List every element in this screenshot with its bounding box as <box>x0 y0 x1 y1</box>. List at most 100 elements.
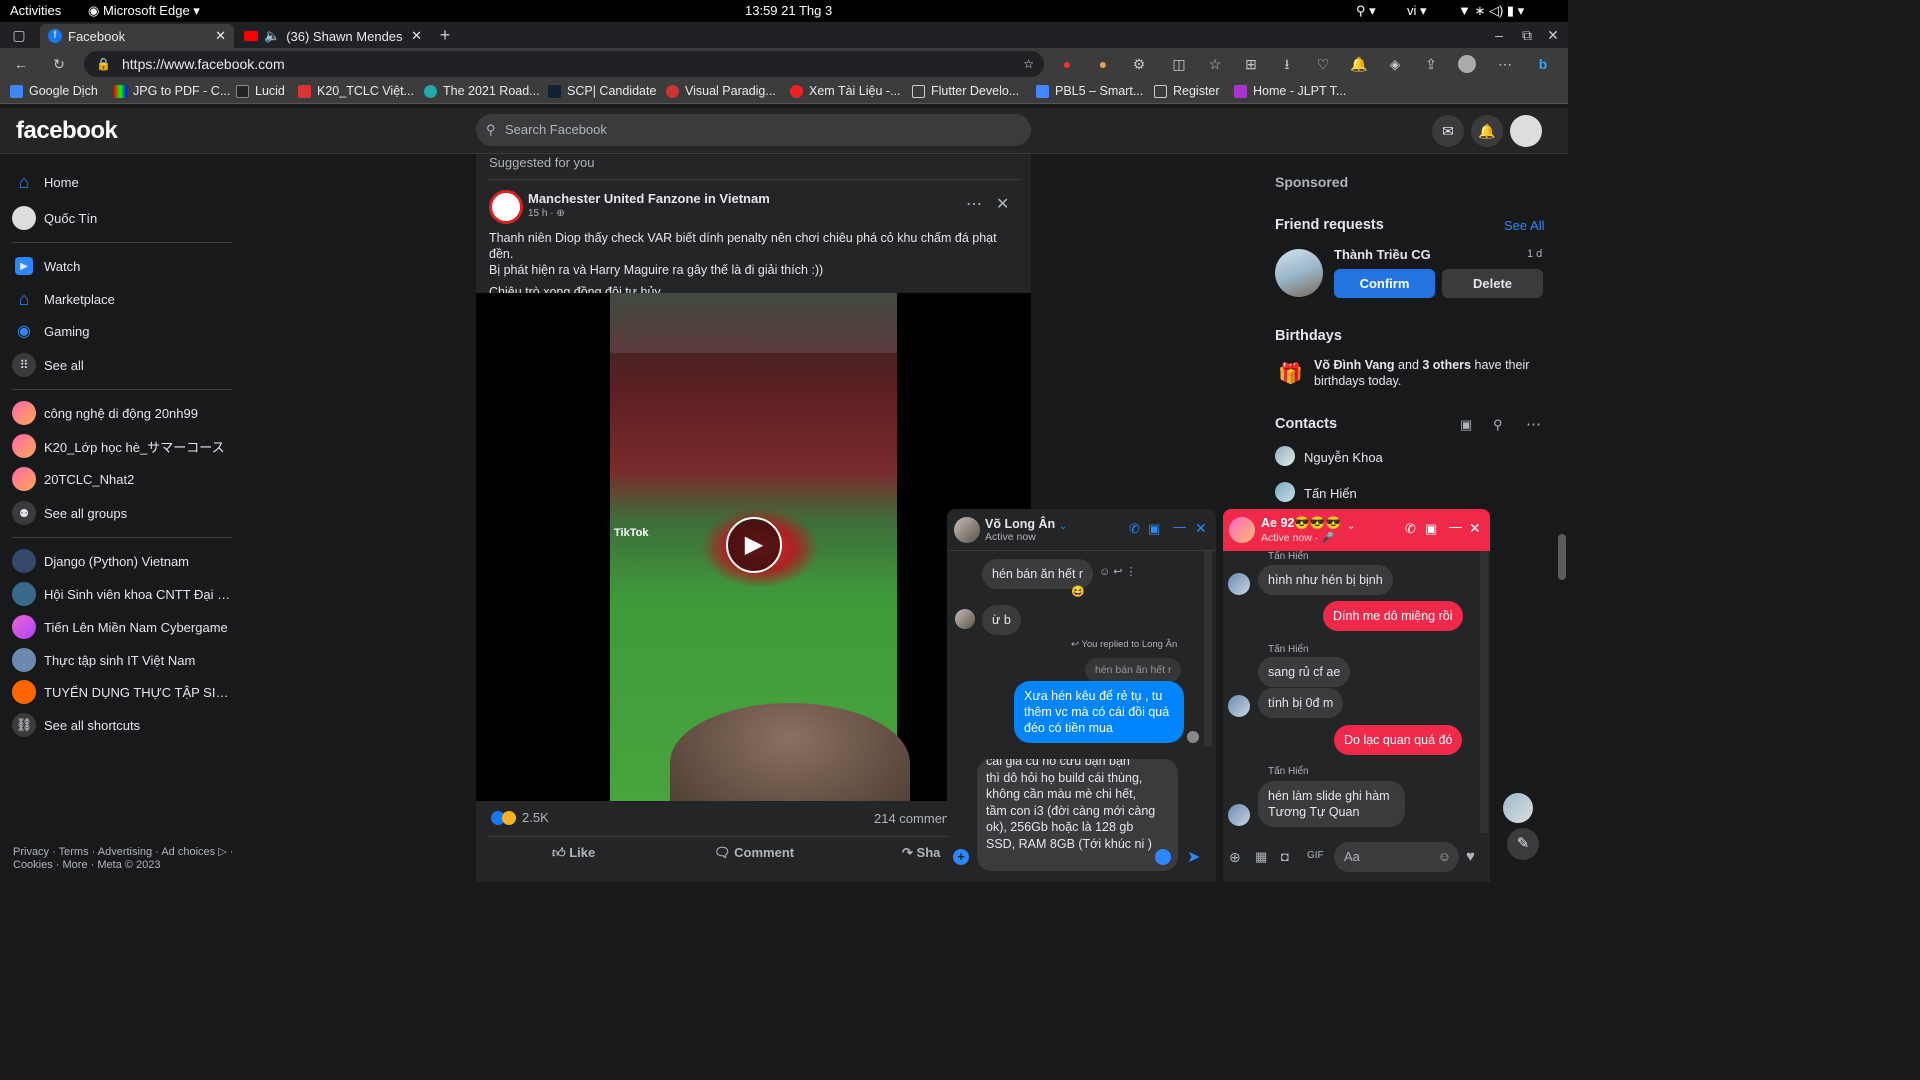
minimize-chat-icon[interactable]: — <box>1449 519 1462 534</box>
chat-avatar[interactable] <box>1229 517 1255 543</box>
bookmark-scp[interactable]: SCP| Candidate <box>548 84 656 98</box>
emoji-icon[interactable] <box>1155 849 1171 865</box>
message-bubble-sent[interactable]: Do lạc quan quá đó <box>1334 725 1463 755</box>
sticker-icon[interactable]: ◘ <box>1281 849 1289 864</box>
close-window-icon[interactable]: ✕ <box>1544 26 1562 44</box>
messenger-icon[interactable]: ✉ <box>1432 115 1464 147</box>
message-bubble[interactable]: ừ b <box>982 605 1021 635</box>
quoted-message[interactable]: hén bán ăn hết r <box>1085 658 1182 682</box>
contact-avatar[interactable] <box>1275 482 1295 502</box>
photo-icon[interactable]: ▦ <box>1255 849 1267 865</box>
extension-icon[interactable]: ● <box>1058 55 1076 73</box>
bookmark-road[interactable]: The 2021 Road... <box>424 84 540 98</box>
tab-youtube[interactable]: 🔈 (36) Shawn Mendes - ✕ <box>236 24 430 48</box>
nav-gaming[interactable]: ◉ Gaming <box>12 315 234 347</box>
nav-watch[interactable]: ▶ Watch <box>12 250 234 282</box>
bookmark-register[interactable]: Register <box>1154 84 1220 98</box>
performance-icon[interactable]: ♡ <box>1314 55 1332 73</box>
close-chat-icon[interactable]: ✕ <box>1195 520 1207 537</box>
contact-avatar[interactable] <box>1275 446 1295 466</box>
shortcut-item[interactable]: Tiến Lên Miền Nam Cybergame <box>12 611 234 643</box>
message-bubble[interactable]: tính bị 0đ m <box>1258 688 1344 718</box>
message-bubble[interactable]: hình như hén bị bịnh <box>1258 565 1393 595</box>
chat-header[interactable]: Ae 92😎😎😎 Active now · 🎤 ⌄ ✆ ▣ — ✕ <box>1223 509 1490 551</box>
facebook-logo[interactable]: facebook <box>16 117 118 145</box>
message-bubble-sent[interactable]: Dính me dô miệng rồi <box>1323 601 1463 631</box>
birthday-text[interactable]: Võ Đình Vang and 3 others have their bir… <box>1314 357 1539 389</box>
bookmark-jpg-pdf[interactable]: JPG to PDF - C... <box>114 84 230 98</box>
page-scrollbar[interactable] <box>1558 534 1566 580</box>
lock-icon[interactable]: 🔒 <box>96 51 111 77</box>
add-attachment-icon[interactable]: + <box>953 849 969 865</box>
back-icon[interactable]: ← <box>12 55 30 73</box>
search-input[interactable]: ⚲ Search Facebook <box>476 114 1031 146</box>
split-screen-icon[interactable]: ◫ <box>1170 55 1188 73</box>
contact-name[interactable]: Tấn Hiển <box>1304 486 1357 501</box>
extensions-icon[interactable]: ⚙ <box>1130 55 1148 73</box>
message-input[interactable]: Aa ☺ <box>1334 842 1459 872</box>
minimize-icon[interactable]: – <box>1490 26 1508 44</box>
nav-home[interactable]: ⌂ Home <box>12 166 234 198</box>
message-bubble[interactable]: hén làm slide ghi hàm Tương Tự Quan <box>1258 781 1405 827</box>
url-input[interactable]: 🔒 https://www.facebook.com ☆ <box>84 51 1044 77</box>
bookmark-flutter[interactable]: Flutter Develo... <box>912 84 1019 98</box>
new-tab-icon[interactable]: + <box>436 26 454 44</box>
favorites-icon[interactable]: ☆ <box>1206 55 1224 73</box>
restore-icon[interactable]: ⧉ <box>1518 26 1536 44</box>
network-icon[interactable]: ▼ ∗ ◁) ▮ ▾ <box>1458 3 1524 19</box>
hide-post-icon[interactable]: ✕ <box>996 194 1009 214</box>
video-call-icon[interactable]: ▣ <box>1425 521 1437 537</box>
share-icon[interactable]: ⇪ <box>1422 55 1440 73</box>
friend-request-avatar[interactable] <box>1275 249 1323 297</box>
footer-links[interactable]: Privacy · Terms · Advertising · Ad choic… <box>13 846 233 872</box>
shortcut-item[interactable]: Thực tập sinh IT Việt Nam <box>12 644 234 676</box>
react-icon[interactable]: ☺ ↩ ⋮ <box>1099 565 1137 578</box>
bookmark-google-dich[interactable]: Google Dịch <box>10 84 98 98</box>
see-all-link[interactable]: See All <box>1504 218 1544 233</box>
chat-avatar[interactable] <box>954 517 980 543</box>
like-button[interactable]: 👍︎ Like <box>552 845 595 861</box>
close-tab-icon[interactable]: ✕ <box>215 28 226 44</box>
contact-name[interactable]: Nguyễn Khoa <box>1304 450 1383 465</box>
more-options-icon[interactable]: ⋯ <box>1526 415 1541 433</box>
accessibility-icon[interactable]: ⚲ ▾ <box>1356 3 1376 19</box>
nav-marketplace[interactable]: ⌂ Marketplace <box>12 283 234 315</box>
tab-facebook[interactable]: f Facebook ✕ <box>40 24 234 48</box>
bing-copilot-icon[interactable]: b <box>1534 55 1552 73</box>
friend-request-name[interactable]: Thành Triều CG <box>1334 247 1431 262</box>
collections-icon[interactable]: ⊞ <box>1242 55 1260 73</box>
bookmark-pbl5[interactable]: PBL5 – Smart... <box>1036 84 1143 98</box>
minimize-chat-icon[interactable]: — <box>1173 519 1186 534</box>
message-bubble[interactable]: sang rủ cf ae <box>1258 657 1351 687</box>
phone-icon[interactable]: ✆ <box>1129 521 1140 537</box>
notifications-bell-icon[interactable]: 🔔 <box>1471 115 1503 147</box>
notifications-icon[interactable]: 🔔 <box>1350 55 1368 73</box>
browser-essentials-icon[interactable]: ◈ <box>1386 55 1404 73</box>
close-chat-icon[interactable]: ✕ <box>1469 520 1481 537</box>
audio-playing-icon[interactable]: 🔈 <box>264 28 280 44</box>
chat-name[interactable]: Võ Long Ân <box>985 517 1055 531</box>
activities-button[interactable]: Activities <box>10 3 61 18</box>
reaction-count[interactable]: 2.5K <box>491 810 549 825</box>
add-attachment-icon[interactable]: ⊕ <box>1229 849 1241 866</box>
shortcut-item[interactable]: Hội Sinh viên khoa CNTT Đại h... <box>12 578 234 610</box>
group-item[interactable]: 20TCLC_Nhat2 <box>12 463 234 495</box>
chat-scrollbar[interactable] <box>1480 551 1488 833</box>
account-avatar[interactable] <box>1510 115 1542 147</box>
page-avatar[interactable] <box>489 190 523 224</box>
chat-name[interactable]: Ae 92😎😎😎 <box>1261 516 1341 531</box>
search-icon[interactable]: ⚲ <box>1493 417 1503 433</box>
gif-icon[interactable]: GIF <box>1307 850 1324 861</box>
more-menu-icon[interactable]: ⋯ <box>1496 55 1514 73</box>
group-item[interactable]: công nghệ di động 20nh99 <box>12 397 234 429</box>
comment-count[interactable]: 214 comment <box>874 811 953 826</box>
downloads-icon[interactable]: ⭳ <box>1278 55 1296 73</box>
chat-header[interactable]: Võ Long Ân Active now ⌄ ✆ ▣ — ✕ <box>947 509 1216 551</box>
bookmark-jlpt[interactable]: Home - JLPT T... <box>1234 84 1346 98</box>
tab-actions-icon[interactable]: ▢ <box>10 26 28 44</box>
extension-icon[interactable]: ● <box>1094 55 1112 73</box>
confirm-button[interactable]: Confirm <box>1334 269 1435 298</box>
refresh-icon[interactable]: ↻ <box>50 55 68 73</box>
chevron-down-icon[interactable]: ⌄ <box>1059 521 1067 532</box>
input-language[interactable]: vi ▾ <box>1407 3 1427 19</box>
